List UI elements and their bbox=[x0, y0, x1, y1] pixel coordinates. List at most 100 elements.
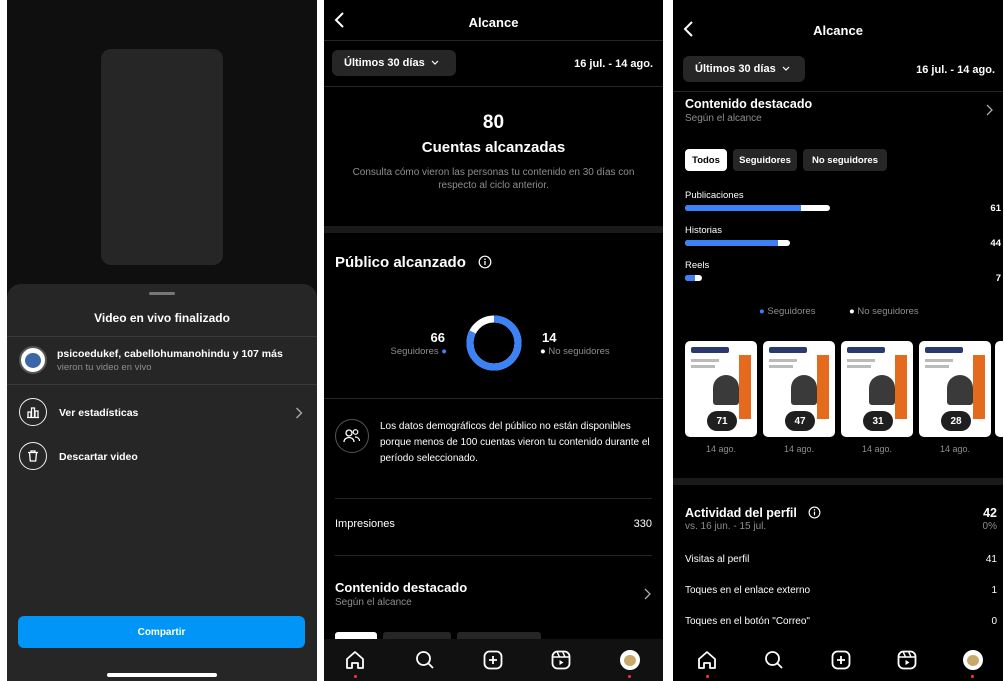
legend-nonfollowers-label: No seguidores bbox=[857, 306, 919, 317]
thumbnail-person bbox=[791, 375, 817, 405]
notification-dot bbox=[354, 675, 357, 678]
page-title: Alcance bbox=[468, 15, 519, 30]
viewers-names: psicoedukef, cabellohumanohindu y 107 má… bbox=[57, 348, 283, 360]
date-range-dropdown[interactable]: Últimos 30 días bbox=[683, 56, 805, 82]
legend-followers-label: Seguidores bbox=[767, 306, 816, 317]
thumbnail-accent bbox=[895, 355, 907, 419]
bottom-nav bbox=[324, 639, 663, 681]
thumbnail-person bbox=[947, 375, 973, 405]
thumbnail-partial[interactable] bbox=[995, 341, 1003, 437]
thumbnail-accent bbox=[973, 355, 985, 419]
featured-thumbnail[interactable]: 71 bbox=[685, 341, 757, 437]
divider bbox=[324, 398, 663, 399]
sheet-title: Video en vivo finalizado bbox=[94, 311, 230, 325]
home-indicator bbox=[107, 673, 217, 677]
date-range-text: 16 jul. - 14 ago. bbox=[574, 58, 653, 70]
thumbnail-text-line bbox=[691, 365, 715, 368]
thumbnail-date: 14 ago. bbox=[783, 444, 815, 454]
legend-nonfollowers: ● No seguidores bbox=[849, 306, 919, 317]
thumbnail-reach-badge: 28 bbox=[941, 411, 971, 431]
create-post-icon[interactable] bbox=[482, 649, 504, 671]
home-icon[interactable] bbox=[696, 649, 718, 671]
divider bbox=[335, 555, 652, 556]
profile-avatar[interactable] bbox=[963, 650, 983, 670]
featured-content-row[interactable]: Contenido destacado Según el alcance bbox=[324, 574, 663, 614]
info-icon[interactable] bbox=[808, 506, 821, 519]
legend-followers: ● Seguidores bbox=[759, 306, 816, 317]
row-label: Toques en el enlace externo bbox=[685, 585, 811, 596]
thumbnail-accent bbox=[817, 355, 829, 419]
thumbnail-logo bbox=[691, 347, 729, 353]
video-preview bbox=[101, 49, 223, 265]
row-value: 1 bbox=[991, 585, 997, 596]
bar-value: 44 bbox=[990, 238, 1001, 249]
activity-title: Actividad del perfil bbox=[685, 506, 797, 520]
featured-content-row[interactable]: Contenido destacado Según el alcance bbox=[673, 96, 1003, 130]
discard-video-row[interactable]: Descartar video bbox=[7, 440, 317, 474]
bottom-nav bbox=[673, 639, 1003, 681]
chevron-right-icon bbox=[644, 588, 651, 600]
featured-thumbnail[interactable]: 28 bbox=[919, 341, 991, 437]
section-divider bbox=[673, 478, 1003, 485]
demographics-notice: Los datos demográficos del público no es… bbox=[380, 421, 650, 464]
thumbnail-logo bbox=[925, 347, 963, 353]
divider bbox=[324, 86, 663, 87]
thumbnail-reach-badge: 47 bbox=[785, 411, 815, 431]
thumbnail-text-line bbox=[847, 359, 875, 362]
trash-icon bbox=[19, 442, 47, 470]
audience-title: Público alcanzado bbox=[335, 254, 466, 271]
profile-visits-row: Visitas al perfil 41 bbox=[685, 554, 997, 565]
date-range-label: Últimos 30 días bbox=[344, 57, 425, 69]
divider bbox=[7, 384, 317, 385]
reels-icon[interactable] bbox=[896, 649, 918, 671]
thumbnail-logo bbox=[847, 347, 885, 353]
row-value: 0 bbox=[991, 616, 997, 627]
reach-screen: Alcance Últimos 30 días 16 jul. - 14 ago… bbox=[324, 0, 663, 681]
view-stats-row[interactable]: Ver estadísticas bbox=[7, 396, 317, 430]
thumbnail-text-line bbox=[691, 359, 719, 362]
accounts-reached-label: Cuentas alcanzadas bbox=[421, 139, 566, 156]
chevron-down-icon bbox=[782, 66, 790, 71]
divider bbox=[7, 336, 317, 337]
followers-label: Seguidores bbox=[390, 346, 439, 357]
date-range-text: 16 jul. - 14 ago. bbox=[916, 64, 995, 76]
filter-non-followers[interactable]: No seguidores bbox=[803, 149, 887, 171]
notification-dot bbox=[706, 675, 709, 678]
featured-title: Contenido destacado bbox=[685, 97, 813, 111]
followers-count: 66 bbox=[430, 330, 445, 345]
bar-label: Reels bbox=[685, 260, 710, 271]
filter-chips: Todos Seguidores No seguidores bbox=[685, 149, 995, 171]
divider bbox=[673, 91, 1003, 92]
followers-legend: Seguidores ● bbox=[390, 346, 447, 357]
home-icon[interactable] bbox=[344, 649, 366, 671]
create-post-icon[interactable] bbox=[830, 649, 852, 671]
notification-dot bbox=[971, 675, 974, 678]
share-button[interactable]: Compartir bbox=[18, 616, 305, 648]
featured-thumbnail[interactable]: 31 bbox=[841, 341, 913, 437]
search-icon[interactable] bbox=[763, 649, 785, 671]
date-range-dropdown[interactable]: Últimos 30 días bbox=[332, 50, 456, 76]
bar-followers bbox=[685, 240, 778, 246]
profile-avatar[interactable] bbox=[620, 650, 640, 670]
thumbnail-person bbox=[869, 375, 895, 405]
search-icon[interactable] bbox=[414, 649, 436, 671]
page-title: Alcance bbox=[813, 23, 863, 38]
featured-thumbnail[interactable]: 47 bbox=[763, 341, 835, 437]
thumbnail-text-line bbox=[847, 365, 871, 368]
thumbnail-date: 14 ago. bbox=[939, 444, 971, 454]
row-label: Visitas al perfil bbox=[685, 554, 750, 565]
filter-all[interactable]: Todos bbox=[685, 149, 727, 171]
nonfollowers-label: No seguidores bbox=[548, 346, 610, 357]
activity-value: 42 bbox=[983, 506, 997, 520]
featured-subtitle: Según el alcance bbox=[685, 113, 762, 124]
activity-change: 0% bbox=[982, 521, 997, 532]
section-divider bbox=[324, 226, 663, 233]
sheet-handle[interactable] bbox=[149, 292, 175, 295]
row-value: 41 bbox=[985, 554, 997, 565]
impressions-label: Impresiones bbox=[335, 518, 395, 530]
filter-followers[interactable]: Seguidores bbox=[733, 149, 797, 171]
impressions-value: 330 bbox=[633, 518, 652, 530]
nonfollowers-count: 14 bbox=[542, 330, 557, 345]
reels-icon[interactable] bbox=[550, 649, 572, 671]
info-icon[interactable] bbox=[478, 255, 492, 269]
